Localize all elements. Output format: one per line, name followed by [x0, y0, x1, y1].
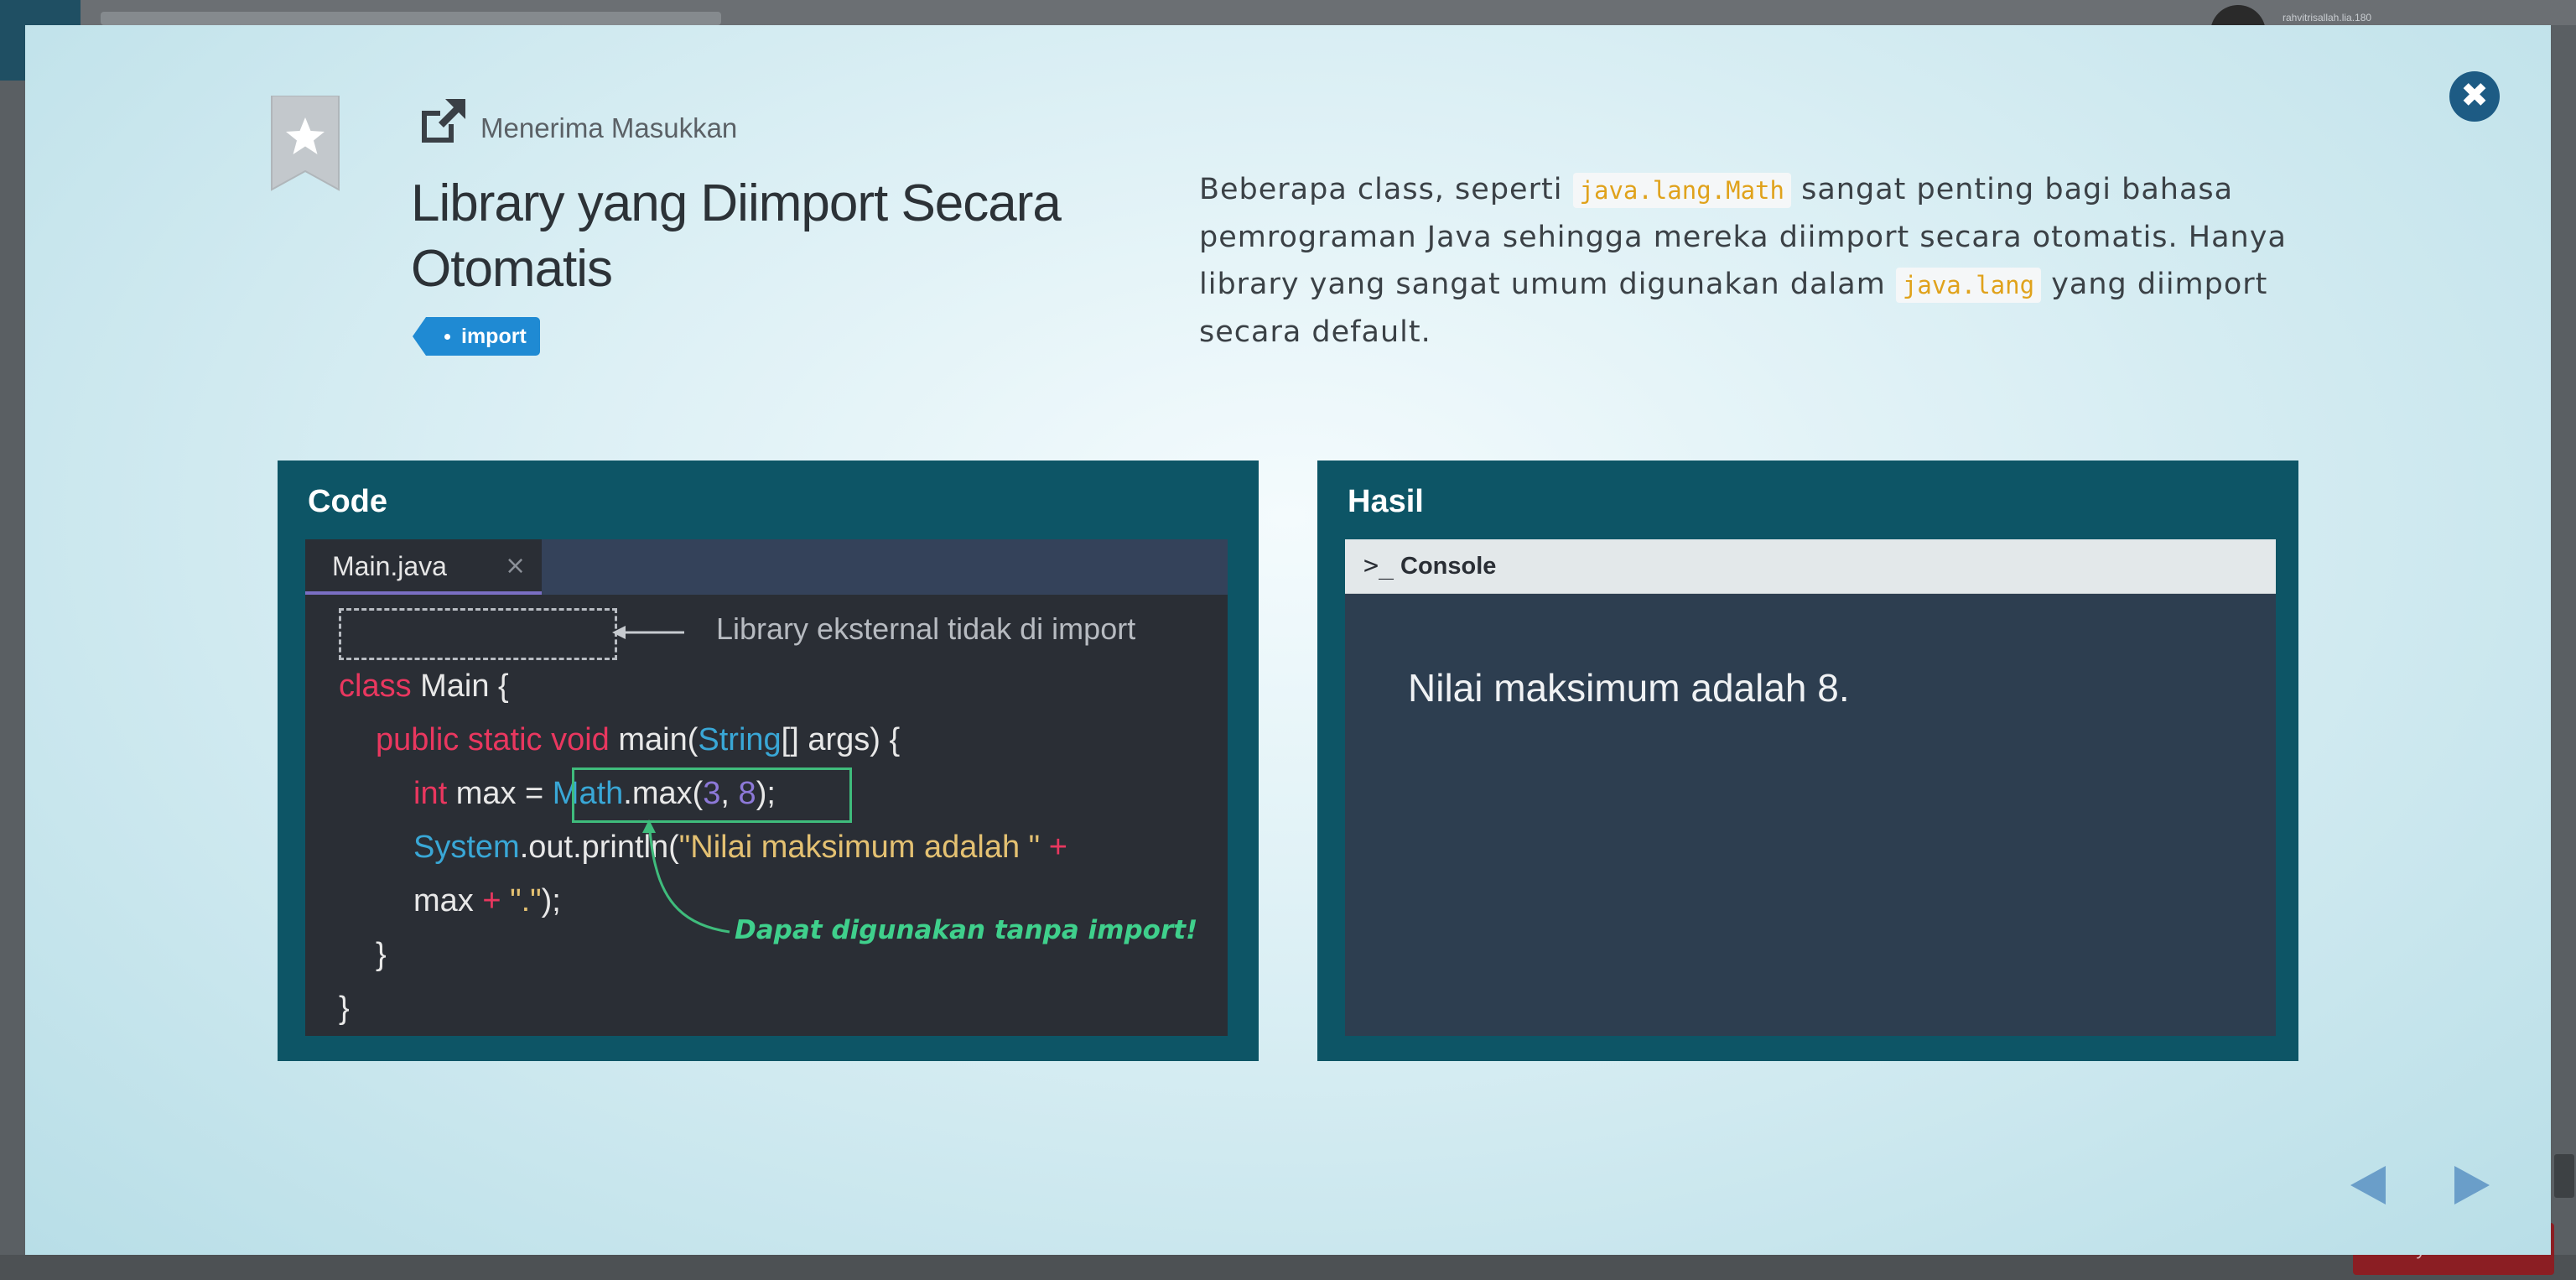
code-editor: Main.java × Library eksternal tidak di i…	[305, 539, 1228, 1036]
annotation-arrowhead	[612, 626, 626, 639]
result-panel-title: Hasil	[1348, 484, 1424, 519]
annotation-arrows	[612, 626, 730, 934]
background-bottom-bar	[0, 1255, 2576, 1280]
result-panel: Hasil >_ Console Nilai maksimum adalah 8…	[1317, 460, 2298, 1061]
lesson-category: Menerima Masukkan	[480, 112, 738, 143]
triangle-right-icon[interactable]	[2451, 1164, 2493, 1206]
lesson-modal: ✖ Menerima Masukkan Library yang Diimpor…	[25, 25, 2551, 1255]
console-window: >_ Console Nilai maksimum adalah 8.	[1345, 539, 2276, 1036]
terminal-prompt-icon: >_	[1363, 551, 1394, 580]
annotation-curve	[647, 824, 730, 934]
annotation-curve-head	[642, 820, 656, 833]
external-link-icon	[422, 99, 465, 143]
background-username: rahvitrisallah.lia.180	[2283, 12, 2372, 23]
import-tag[interactable]: import	[413, 317, 540, 356]
close-icon: ✖	[2460, 76, 2489, 115]
console-output: Nilai maksimum adalah 8.	[1408, 666, 1850, 710]
inline-code-math: java.lang.Math	[1572, 173, 1791, 208]
bookmark-star-icon[interactable]	[268, 96, 342, 193]
close-button[interactable]: ✖	[2449, 71, 2500, 122]
lesson-description: Beberapa class, seperti java.lang.Math s…	[1199, 166, 2289, 356]
background-tab	[101, 12, 721, 25]
inline-code-java-lang: java.lang	[1895, 268, 2042, 303]
code-panel: Code Main.java × Library eksternal tidak…	[278, 460, 1259, 1061]
background-scroll-handle	[2554, 1154, 2574, 1198]
console-label: Console	[1400, 553, 1497, 580]
code-panel-title: Code	[308, 484, 387, 519]
console-header: >_ Console	[1345, 539, 2276, 594]
triangle-left-icon[interactable]	[2347, 1164, 2389, 1206]
lesson-title: Library yang Diimport Secara Otomatis	[411, 174, 1062, 298]
description-text-1: Beberapa class, seperti	[1199, 173, 1573, 206]
